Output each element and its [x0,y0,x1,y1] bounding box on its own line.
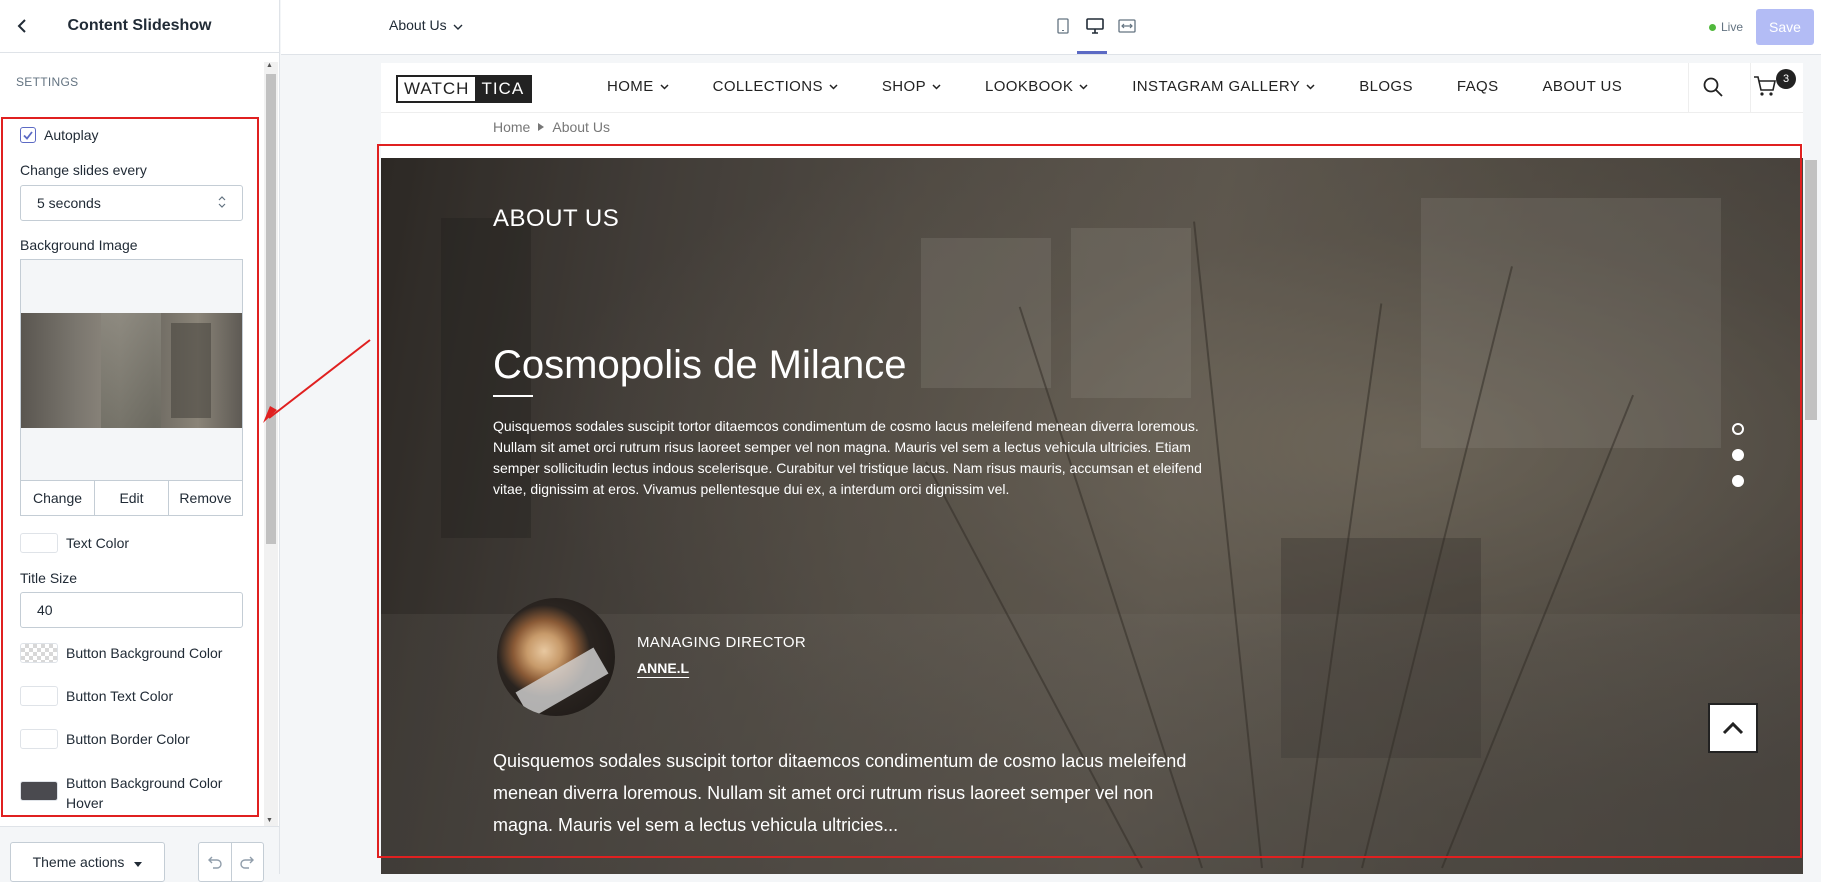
theme-actions-button[interactable]: Theme actions [10,842,165,882]
site-logo[interactable]: WATCH TICA [396,75,533,103]
nav-item-collections[interactable]: COLLECTIONS [713,78,838,95]
scroll-down-icon[interactable]: ▼ [266,817,273,824]
director-avatar [497,598,615,716]
chevron-down-icon [660,83,669,90]
preview-scrollbar-thumb[interactable] [1805,160,1817,420]
site-header: WATCH TICA HOME COLLECTIONS SHOP LOOKBOO… [381,63,1803,113]
logo-text-right: TICA [475,77,531,101]
page-selector[interactable]: About Us [389,17,463,33]
slide-dot[interactable] [1732,475,1744,487]
main-nav: HOME COLLECTIONS SHOP LOOKBOOK INSTAGRAM… [607,78,1622,95]
chevron-down-icon [1306,83,1315,90]
nav-divider [1750,63,1751,113]
logo-text-left: WATCH [404,79,470,98]
chevron-up-icon [1722,721,1744,735]
cart-icon[interactable] [1753,74,1777,103]
chevron-down-icon [829,83,838,90]
chevron-down-icon [932,83,941,90]
annotation-box-settings [1,117,259,817]
title-underline [493,395,533,397]
nav-item-label: HOME [607,78,654,95]
nav-item-label: BLOGS [1359,78,1413,95]
slide-paragraph: Quisquemos sodales suscipit tortor ditae… [493,418,1202,497]
about-heading: ABOUT US [493,205,620,232]
slide-dot-active[interactable] [1732,449,1744,461]
annotation-arrow-icon [263,339,371,423]
slide-dot[interactable] [1732,423,1744,435]
director-role: MANAGING DIRECTOR [637,634,807,651]
undo-icon[interactable] [199,843,232,881]
desktop-view-icon[interactable] [1086,16,1104,36]
sidebar-footer: Theme actions [0,826,279,882]
search-icon[interactable] [1703,77,1723,102]
redo-icon[interactable] [232,843,264,881]
page-selector-label: About Us [389,17,447,33]
mobile-view-icon[interactable] [1054,16,1072,36]
sidebar-title: Content Slideshow [67,17,212,34]
back-arrow-icon[interactable] [12,16,32,36]
editor-topbar: About Us Live Save [281,0,1821,55]
device-active-indicator [1077,51,1107,54]
nav-item-lookbook[interactable]: LOOKBOOK [985,78,1088,95]
nav-item-label: ABOUT US [1542,78,1623,95]
nav-item-instagram-gallery[interactable]: INSTAGRAM GALLERY [1132,78,1315,95]
nav-item-label: FAQS [1456,78,1499,95]
nav-divider [1688,63,1689,113]
nav-item-label: LOOKBOOK [985,78,1074,95]
chevron-down-icon [1079,83,1088,90]
fullscreen-view-icon[interactable] [1118,16,1136,36]
nav-item-faqs[interactable]: FAQS [1457,78,1499,95]
nav-item-about-us[interactable]: ABOUT US [1543,78,1623,95]
breadcrumb-current: About Us [552,119,610,135]
scroll-to-top-button[interactable] [1708,703,1758,753]
theme-actions-label: Theme actions [32,854,125,870]
live-status: Live [1709,20,1743,34]
storefront-preview: WATCH TICA HOME COLLECTIONS SHOP LOOKBOO… [381,63,1803,874]
nav-item-blogs[interactable]: BLOGS [1359,78,1413,95]
chevron-down-icon [453,17,463,33]
director-name-link[interactable]: ANNE.L [637,660,689,676]
breadcrumb: Home About Us [493,119,610,135]
slide-dots [1732,423,1744,487]
breadcrumb-caret-icon [538,123,545,131]
breadcrumb-home[interactable]: Home [493,119,530,135]
slide-quote: Quisquemos sodales suscipit tortor ditae… [493,751,1187,835]
content-slideshow: ABOUT US Cosmopolis de Milance Quisquemo… [381,158,1803,874]
live-label: Live [1721,20,1744,34]
live-dot-icon [1709,23,1716,31]
sidebar-scrollbar-thumb[interactable] [266,74,276,544]
section-heading: SETTINGS [16,75,79,89]
caret-down-icon [134,854,143,870]
device-switcher [1054,16,1136,36]
settings-sidebar: Content Slideshow SETTINGS Autoplay Chan… [0,0,280,882]
sidebar-header: Content Slideshow [0,0,279,53]
nav-item-shop[interactable]: SHOP [882,78,941,95]
nav-item-label: COLLECTIONS [712,78,823,95]
slide-title: Cosmopolis de Milance [493,343,907,387]
scroll-up-icon[interactable]: ▲ [266,62,273,69]
nav-item-home[interactable]: HOME [607,78,669,95]
nav-item-label: SHOP [881,78,926,95]
nav-item-label: INSTAGRAM GALLERY [1132,78,1301,95]
cart-count-badge: 3 [1776,69,1796,89]
undo-redo-group [198,842,264,882]
save-button[interactable]: Save [1756,9,1814,45]
